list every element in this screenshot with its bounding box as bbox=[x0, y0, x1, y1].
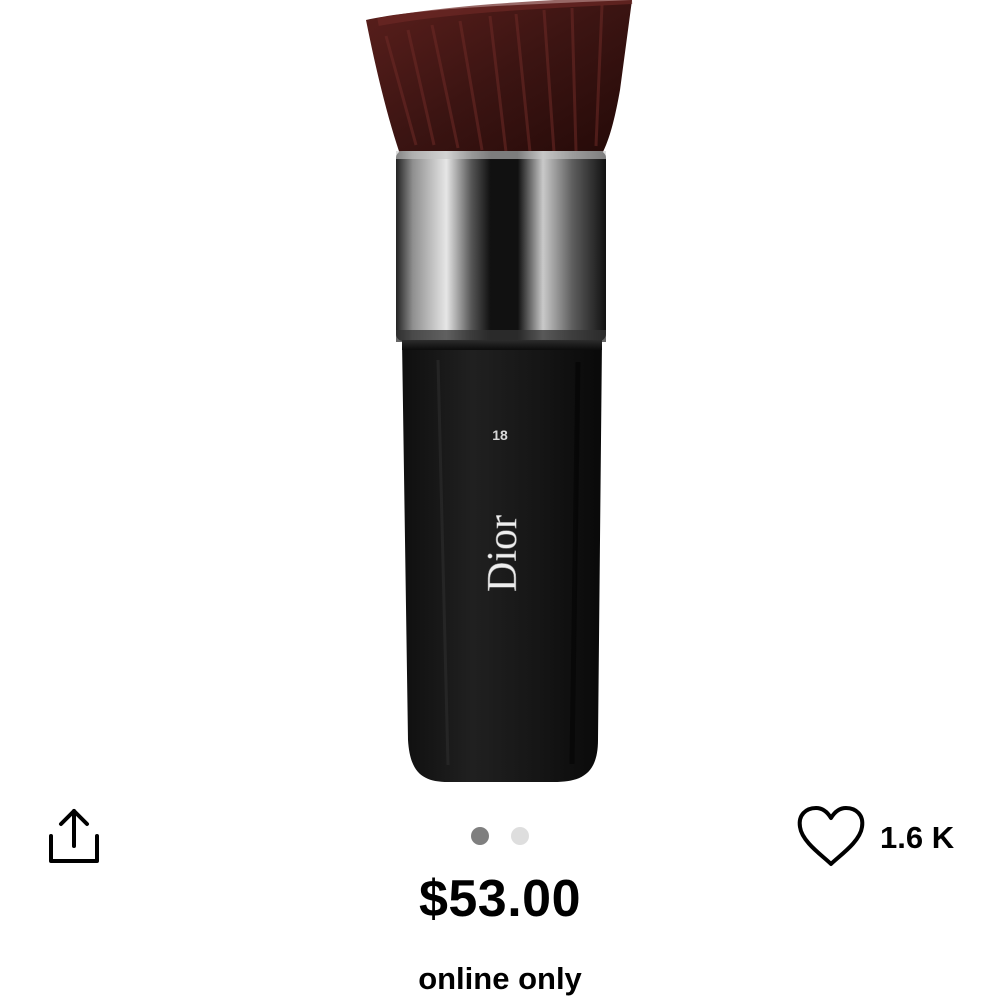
share-button[interactable] bbox=[38, 800, 110, 872]
share-icon bbox=[49, 809, 99, 863]
brush-number: 18 bbox=[492, 427, 508, 443]
love-count: 1.6 K bbox=[880, 819, 955, 855]
love-count-group: 1.6 K bbox=[792, 798, 967, 876]
carousel-dot-1[interactable] bbox=[471, 827, 489, 845]
love-button[interactable] bbox=[792, 798, 870, 876]
heart-outline-icon bbox=[797, 806, 865, 866]
product-detail-screen: 18 Dior 1.6 K $53.00 online only bbox=[0, 0, 1000, 1000]
brush-ferrule bbox=[396, 151, 606, 341]
product-image[interactable]: 18 Dior bbox=[340, 0, 660, 790]
image-carousel-indicator bbox=[450, 826, 550, 846]
brand-logo: Dior bbox=[480, 515, 526, 592]
availability-label: online only bbox=[418, 961, 582, 996]
carousel-dot-2[interactable] bbox=[511, 827, 529, 845]
product-price: $53.00 bbox=[418, 870, 582, 928]
